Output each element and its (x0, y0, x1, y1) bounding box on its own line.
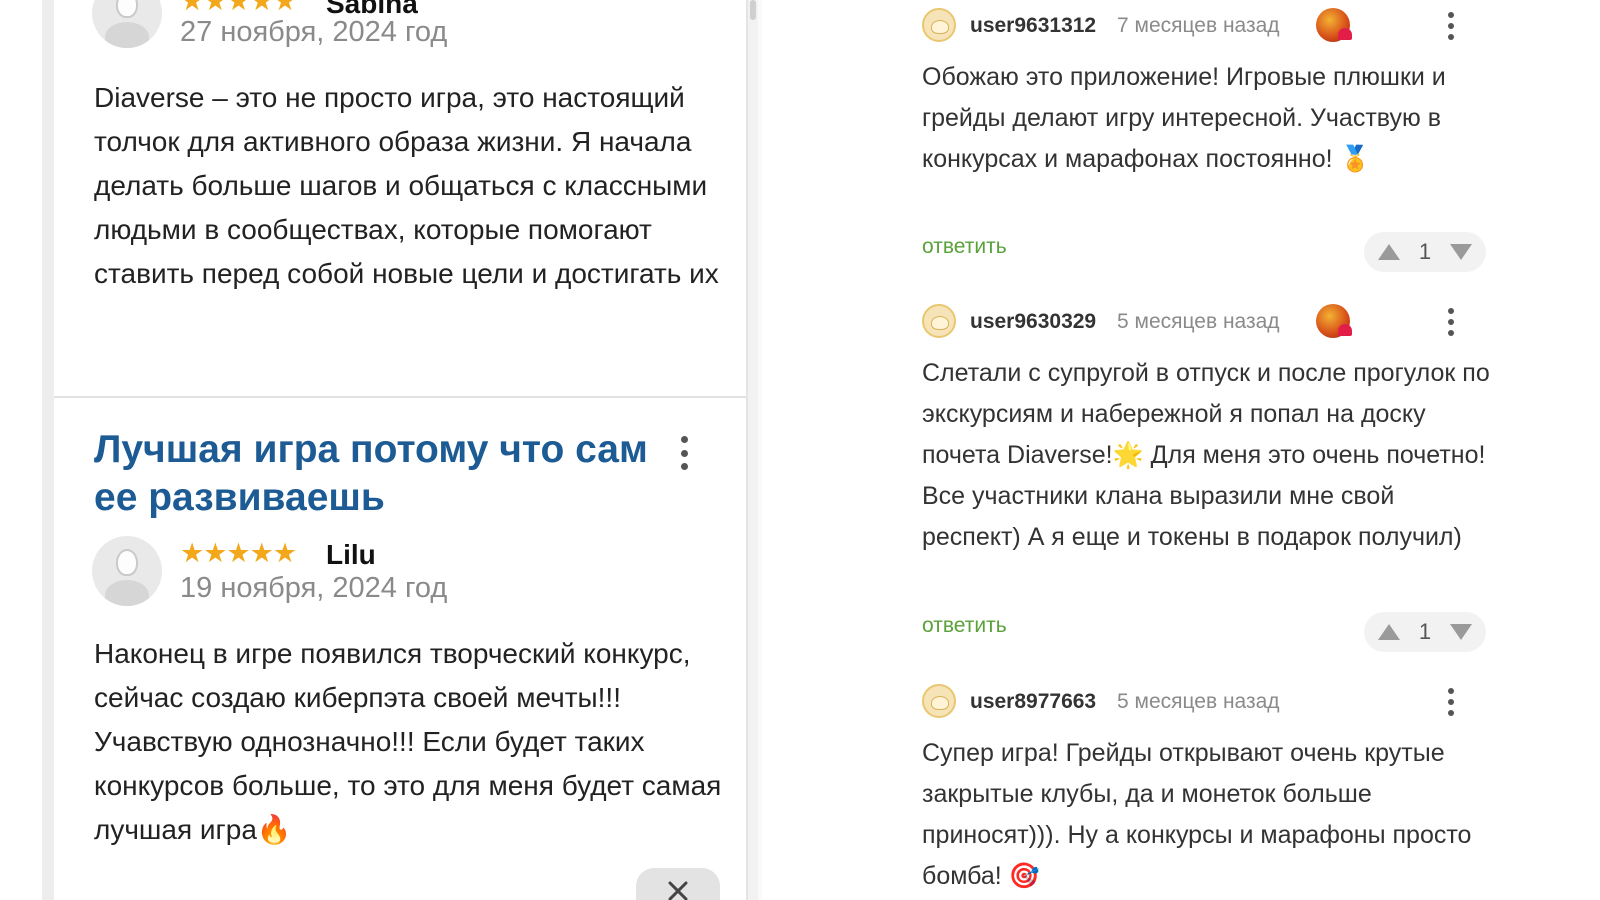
reviews-panel: ★★★★★ Sabina 27 ноября, 2024 год Diavers… (54, 0, 748, 900)
kebab-menu-icon[interactable] (1446, 688, 1456, 716)
comment-time: 5 месяцев назад (1117, 690, 1280, 713)
review-card: Лучшая игра потому что сам ее развиваешь… (54, 400, 746, 900)
review-text: Наконец в игре появился творческий конку… (94, 638, 722, 845)
review-title[interactable]: Лучшая игра потому что сам ее развиваешь (94, 426, 674, 522)
comment: user8977663 5 месяцев назад Супер игра! … (922, 684, 1482, 900)
vote-count: 1 (1418, 239, 1432, 264)
comment-username[interactable]: user8977663 (970, 691, 1096, 712)
review-card: ★★★★★ Sabina 27 ноября, 2024 год Diavers… (54, 0, 746, 398)
comment-username[interactable]: user9631312 (970, 15, 1096, 36)
badge-icon (1316, 304, 1352, 338)
reply-link[interactable]: ответить (922, 236, 1007, 257)
avatar (922, 684, 956, 718)
vote-control: 1 (1364, 232, 1486, 272)
vote-control: 1 (1364, 612, 1486, 652)
comment-text: Супер игра! Грейды открывают очень круты… (922, 739, 1472, 890)
star-rating: ★★★★★ (180, 0, 297, 16)
close-icon (668, 881, 688, 900)
avatar (92, 0, 162, 48)
kebab-menu-icon[interactable] (1446, 12, 1456, 40)
comment: user9631312 7 месяцев назад Обожаю это п… (922, 8, 1486, 280)
kebab-menu-icon[interactable] (1446, 308, 1456, 336)
avatar (92, 536, 162, 606)
comment-username[interactable]: user9630329 (970, 311, 1096, 332)
arrow-up-icon[interactable] (1378, 624, 1400, 640)
arrow-down-icon[interactable] (1450, 244, 1472, 260)
badge-icon (1316, 8, 1352, 42)
comment: user9630329 5 месяцев назад Слетали с су… (922, 304, 1490, 654)
avatar (922, 8, 956, 42)
avatar (922, 304, 956, 338)
reply-link[interactable]: ответить (922, 615, 1007, 636)
comment-text: Обожаю это приложение! Игровые плюшки и … (922, 63, 1446, 173)
vote-count: 1 (1418, 619, 1432, 644)
comment-time: 7 месяцев назад (1117, 14, 1280, 37)
scrollbar-thumb[interactable] (750, 0, 756, 20)
review-date: 19 ноября, 2024 год (180, 572, 448, 604)
arrow-down-icon[interactable] (1450, 624, 1472, 640)
arrow-up-icon[interactable] (1378, 244, 1400, 260)
close-button[interactable] (636, 868, 720, 900)
kebab-menu-icon[interactable] (676, 436, 692, 470)
panel-shadow (42, 0, 54, 900)
comment-text: Слетали с супругой в отпуск и после прог… (922, 359, 1490, 551)
star-rating: ★★★★★ (180, 538, 297, 568)
review-text: Diaverse – это не просто игра, это насто… (94, 82, 719, 289)
scrollbar[interactable] (748, 0, 758, 900)
comment-time: 5 месяцев назад (1117, 310, 1280, 333)
review-date: 27 ноября, 2024 год (180, 16, 448, 48)
page-gutter (0, 0, 42, 900)
divider (758, 0, 762, 900)
review-author: Lilu (326, 539, 376, 570)
